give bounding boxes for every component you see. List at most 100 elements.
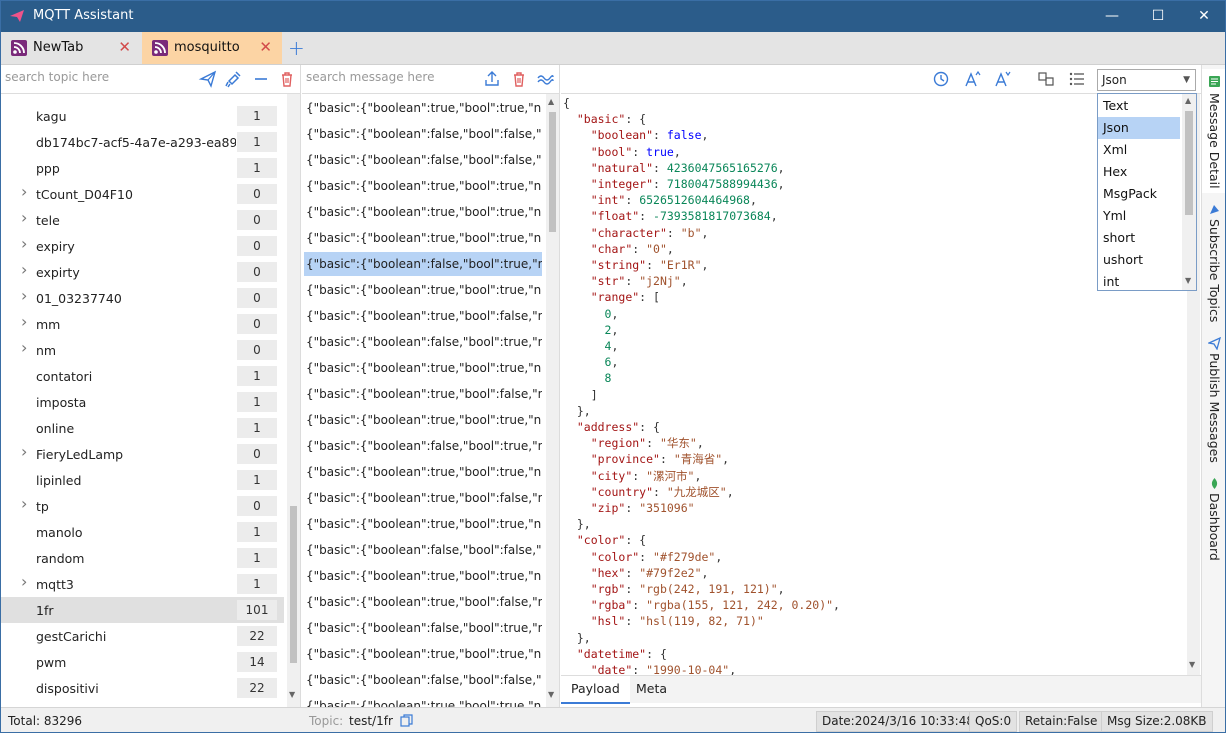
message-row[interactable]: {"basic":{"boolean":true,"bool":true,"na…: [304, 642, 542, 666]
delete-messages-icon[interactable]: [509, 69, 529, 89]
topic-scroll-thumb[interactable]: [290, 506, 297, 663]
scroll-up-icon[interactable]: ▲: [548, 97, 554, 106]
topic-row[interactable]: db174bc7-acf5-4a7e-a293-ea89cfe 1: [1, 129, 284, 155]
message-row[interactable]: {"basic":{"boolean":false,"bool":false,"…: [304, 148, 542, 172]
message-row[interactable]: {"basic":{"boolean":false,"bool":true,"n…: [304, 330, 542, 354]
format-option[interactable]: int: [1098, 271, 1180, 293]
broom-icon[interactable]: [224, 69, 244, 89]
maximize-icon[interactable]: ☐: [1135, 1, 1181, 32]
scroll-down-icon[interactable]: ▼: [1185, 276, 1191, 285]
scroll-down-icon[interactable]: ▼: [289, 690, 295, 699]
format-option[interactable]: Hex: [1098, 161, 1180, 183]
minimize-icon[interactable]: —: [1089, 1, 1135, 32]
message-search-input[interactable]: [306, 70, 476, 84]
topic-row[interactable]: lipinled 1: [1, 467, 284, 493]
tab-newtab[interactable]: NewTab ✕: [1, 32, 141, 64]
tab-publish-messages[interactable]: Publish Messages: [1202, 331, 1225, 463]
chevron-right-icon[interactable]: ›: [21, 286, 27, 305]
format-dropdown[interactable]: ▲ ▼ Text Json Xml Hex MsgPack Yml short ushort i…: [1097, 93, 1197, 291]
list-icon[interactable]: [1067, 69, 1087, 89]
message-row[interactable]: {"basic":{"boolean":true,"bool":true,"na…: [304, 408, 542, 432]
format-option[interactable]: ushort: [1098, 249, 1180, 271]
message-row[interactable]: {"basic":{"boolean":false,"bool":true,"n…: [304, 434, 542, 458]
topic-row[interactable]: › mm 0: [1, 311, 284, 337]
message-row[interactable]: {"basic":{"boolean":false,"bool":true,"n…: [304, 616, 542, 640]
message-list[interactable]: {"basic":{"boolean":true,"bool":true,"na…: [302, 94, 546, 707]
message-row[interactable]: {"basic":{"boolean":false,"bool":false,"…: [304, 122, 542, 146]
topic-row[interactable]: › nm 0: [1, 337, 284, 363]
message-row[interactable]: {"basic":{"boolean":true,"bool":true,"na…: [304, 564, 542, 588]
topic-row[interactable]: › expiry 0: [1, 233, 284, 259]
topic-row[interactable]: random 1: [1, 545, 284, 571]
scroll-down-icon[interactable]: ▼: [1189, 660, 1195, 669]
font-increase-icon[interactable]: [962, 69, 982, 89]
dropdown-scrollbar[interactable]: ▲ ▼: [1182, 94, 1196, 290]
message-row[interactable]: {"basic":{"boolean":true,"bool":true,"na…: [304, 200, 542, 224]
topic-row[interactable]: online 1: [1, 415, 284, 441]
message-scroll-thumb[interactable]: [549, 112, 556, 232]
scroll-up-icon[interactable]: ▲: [1185, 96, 1191, 105]
topic-row[interactable]: › FieryLedLamp 0: [1, 441, 284, 467]
chevron-right-icon[interactable]: ›: [21, 442, 27, 461]
message-row[interactable]: {"basic":{"boolean":true,"bool":true,"na…: [304, 278, 542, 302]
topic-row[interactable]: 1fr 101: [1, 597, 284, 623]
history-icon[interactable]: [931, 69, 951, 89]
topic-row[interactable]: › mqtt3 1: [1, 571, 284, 597]
wave-icon[interactable]: [535, 69, 555, 89]
format-option[interactable]: Yml: [1098, 205, 1180, 227]
topic-row[interactable]: dispositivi 22: [1, 675, 284, 701]
message-scrollbar[interactable]: ▲ ▼: [546, 94, 559, 707]
tab-dashboard[interactable]: Dashboard: [1202, 471, 1225, 561]
format-select[interactable]: Json ▼: [1097, 69, 1196, 91]
tab-payload[interactable]: Payload: [561, 676, 630, 704]
format-option[interactable]: Text: [1098, 95, 1180, 117]
close-window-icon[interactable]: ✕: [1181, 1, 1225, 32]
topic-row[interactable]: ppp 1: [1, 155, 284, 181]
chevron-right-icon[interactable]: ›: [21, 338, 27, 357]
message-row[interactable]: {"basic":{"boolean":true,"bool":true,"na…: [304, 356, 542, 380]
font-decrease-icon[interactable]: [992, 69, 1012, 89]
copy-icon[interactable]: [400, 714, 414, 728]
message-row[interactable]: {"basic":{"boolean":true,"bool":true,"na…: [304, 512, 542, 536]
dropdown-scroll-thumb[interactable]: [1185, 111, 1193, 215]
chevron-right-icon[interactable]: ›: [21, 572, 27, 591]
chevron-right-icon[interactable]: ›: [21, 494, 27, 513]
format-option[interactable]: Json: [1098, 117, 1180, 139]
topic-row[interactable]: › tele 0: [1, 207, 284, 233]
topic-list[interactable]: kagu 1 db174bc7-acf5-4a7e-a293-ea89cfe 1 ppp…: [1, 94, 286, 707]
message-row[interactable]: {"basic":{"boolean":true,"bool":true,"na…: [304, 460, 542, 484]
topic-row[interactable]: › expirty 0: [1, 259, 284, 285]
message-row[interactable]: {"basic":{"boolean":true,"bool":true,"na…: [304, 226, 542, 250]
message-row[interactable]: {"basic":{"boolean":true,"bool":true,"na…: [304, 174, 542, 198]
topic-row[interactable]: pwm 14: [1, 649, 284, 675]
close-tab-icon[interactable]: ✕: [259, 38, 272, 56]
scroll-down-icon[interactable]: ▼: [548, 690, 554, 699]
tab-mosquitto[interactable]: mosquitto ✕: [142, 32, 282, 64]
add-tab-icon[interactable]: +: [288, 36, 305, 60]
tab-subscribe-topics[interactable]: Subscribe Topics: [1202, 197, 1225, 322]
topic-row[interactable]: › 01_03237740 0: [1, 285, 284, 311]
message-row[interactable]: {"basic":{"boolean":true,"bool":false,"n…: [304, 304, 542, 328]
send-icon[interactable]: [198, 69, 218, 89]
chevron-right-icon[interactable]: ›: [21, 260, 27, 279]
format-option[interactable]: Xml: [1098, 139, 1180, 161]
topic-row[interactable]: kagu 1: [1, 103, 284, 129]
tab-meta[interactable]: Meta: [626, 676, 677, 704]
topic-row[interactable]: › tp 0: [1, 493, 284, 519]
message-row[interactable]: {"basic":{"boolean":true,"bool":false,"n…: [304, 382, 542, 406]
delete-icon[interactable]: [277, 69, 297, 89]
collapse-icon[interactable]: [251, 69, 271, 89]
topic-row[interactable]: gestCarichi 22: [1, 623, 284, 649]
topic-scrollbar[interactable]: ▼: [287, 94, 300, 707]
chevron-right-icon[interactable]: ›: [21, 312, 27, 331]
topic-row[interactable]: › tCount_D04F10 0: [1, 181, 284, 207]
format-option[interactable]: short: [1098, 227, 1180, 249]
topic-search-input[interactable]: [5, 70, 190, 84]
translate-icon[interactable]: [1036, 69, 1056, 89]
message-row[interactable]: {"basic":{"boolean":false,"bool":false,"…: [304, 538, 542, 562]
message-row[interactable]: {"basic":{"boolean":true,"bool":true,"na…: [304, 96, 542, 120]
topic-row[interactable]: manolo 1: [1, 519, 284, 545]
message-row[interactable]: {"basic":{"boolean":true,"bool":false,"n…: [304, 590, 542, 614]
export-icon[interactable]: [482, 69, 502, 89]
message-row[interactable]: {"basic":{"boolean":false,"bool":true,"n…: [304, 252, 542, 276]
